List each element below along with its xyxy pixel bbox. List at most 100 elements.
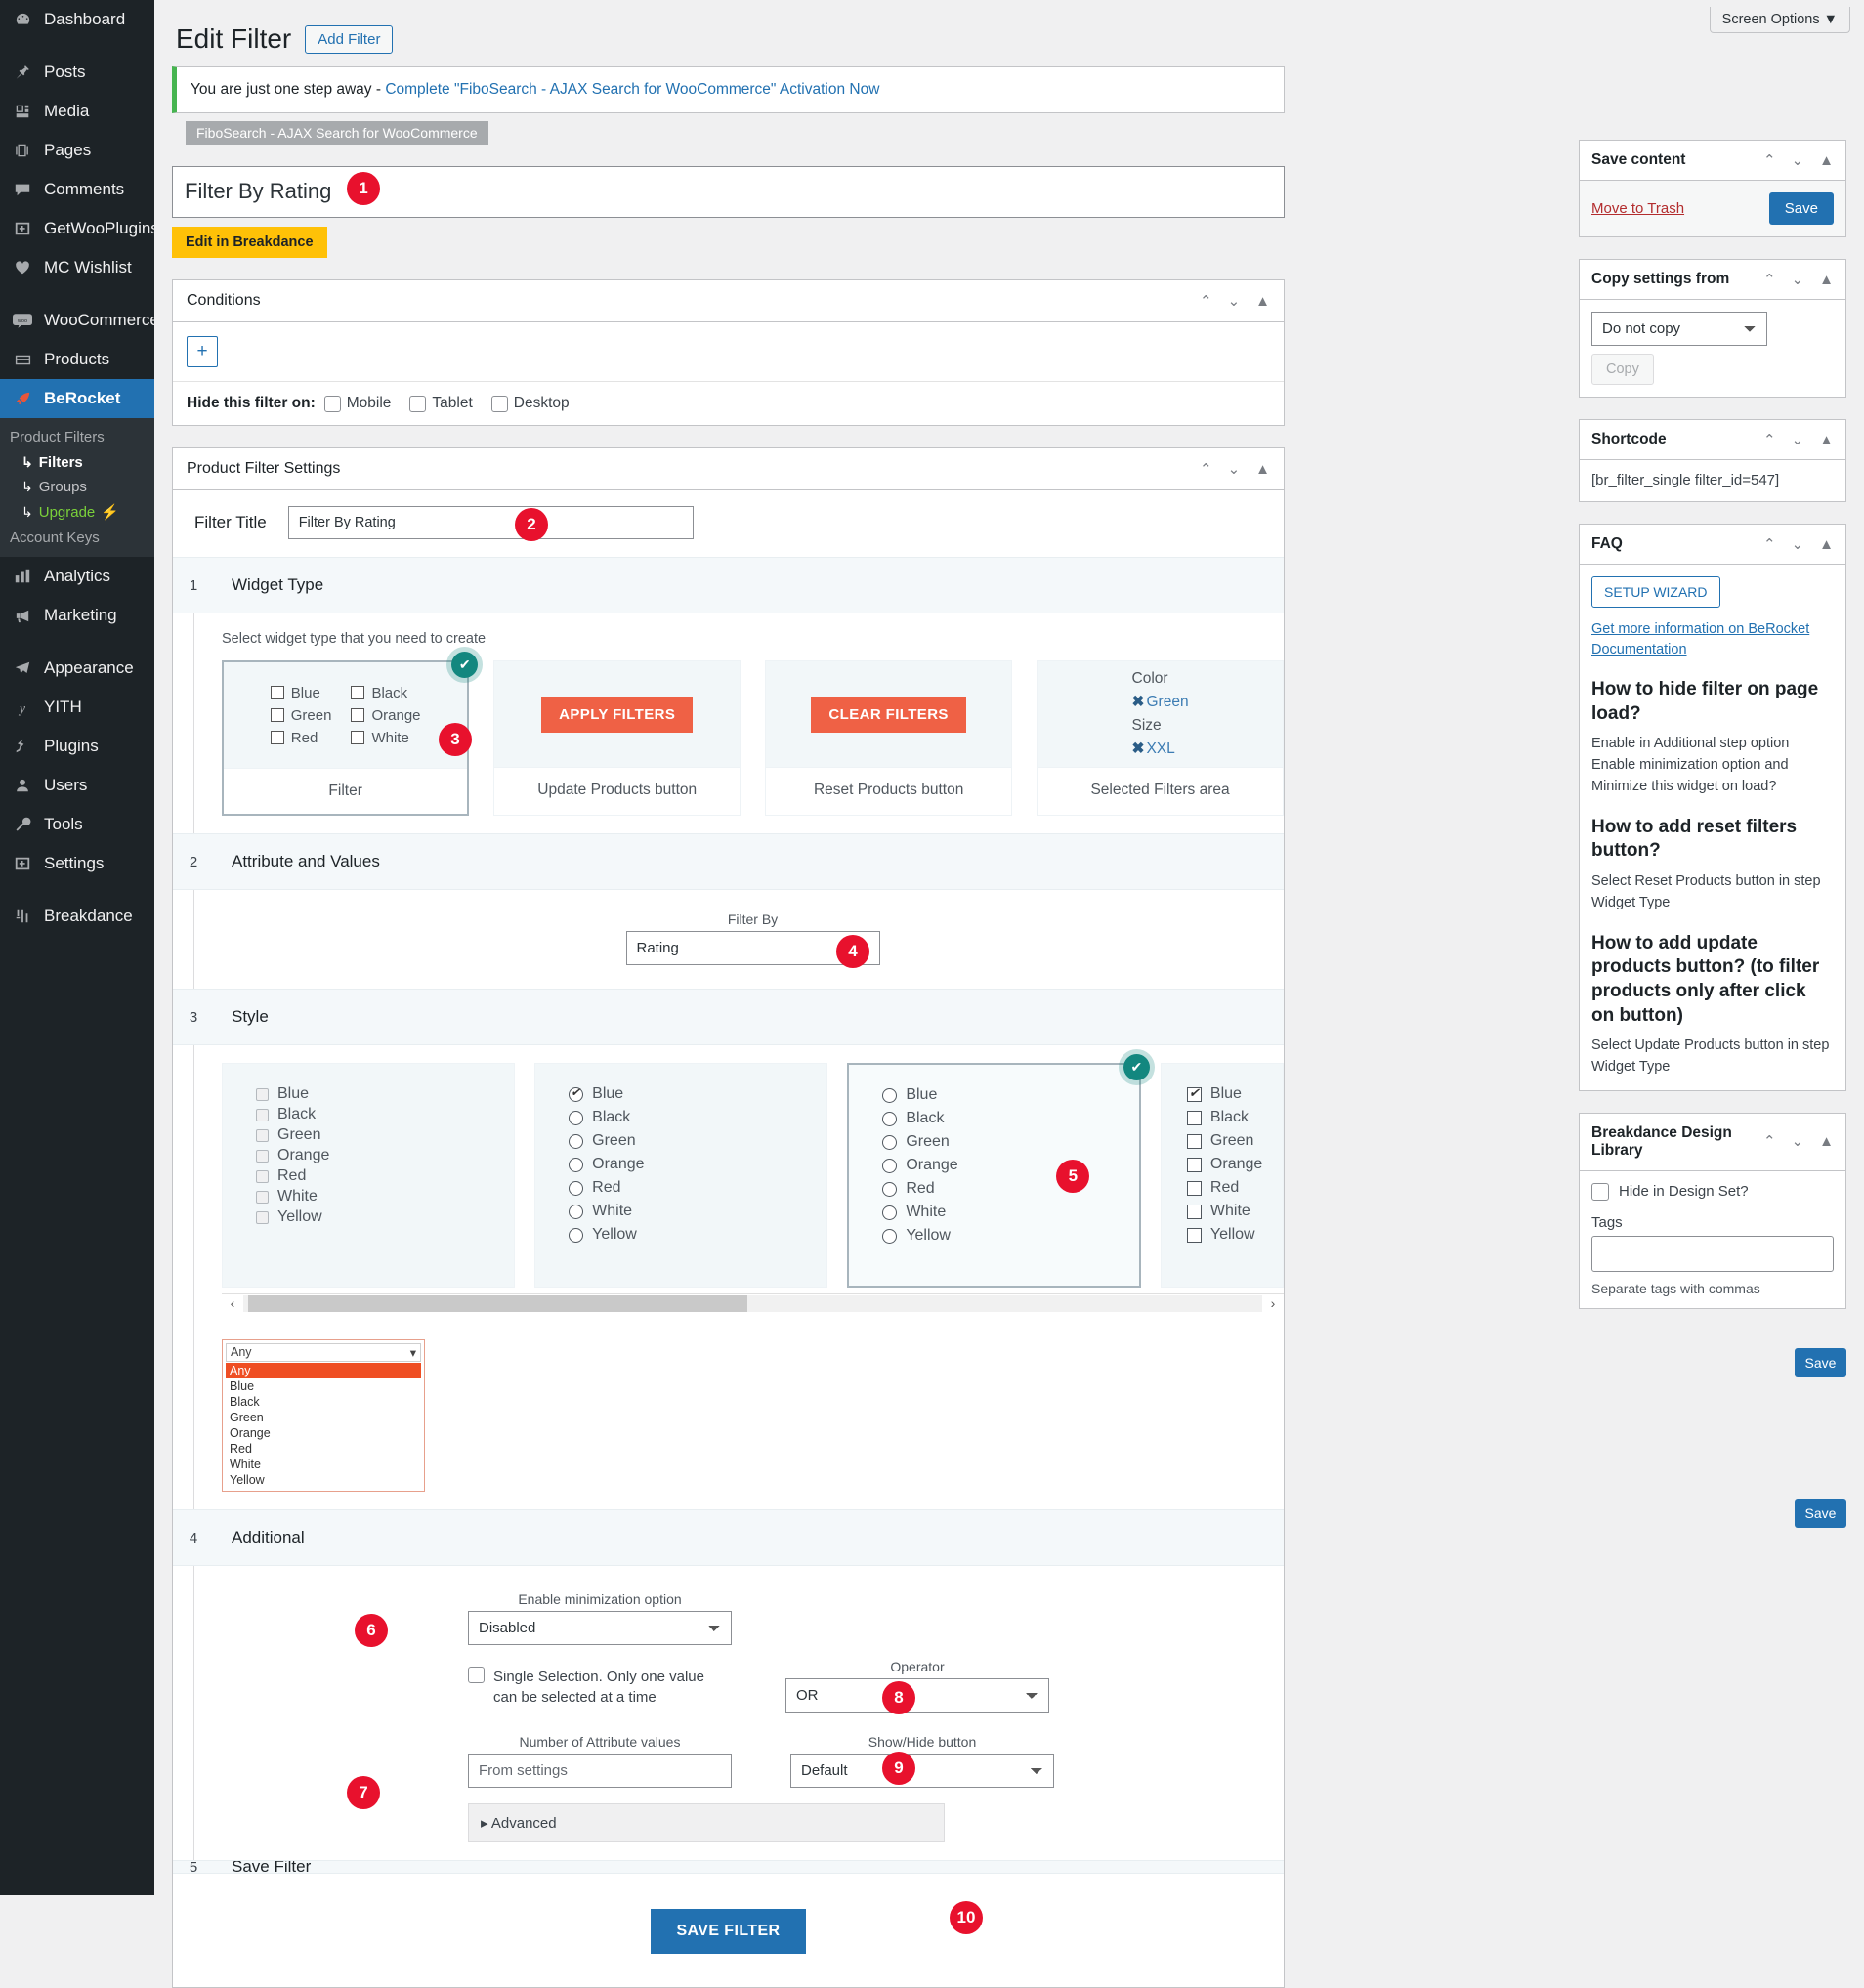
toggle-panel-icon[interactable]: ▲ [1819,273,1834,287]
dropdown-item[interactable]: Any [226,1363,421,1379]
single-selection-checkbox[interactable] [468,1667,485,1684]
shortcode-value[interactable]: [br_filter_single filter_id=547] [1591,472,1779,488]
edit-in-breakdance-button[interactable]: Edit in Breakdance [172,227,327,259]
move-down-icon[interactable]: ⌄ [1792,153,1804,168]
sidebar-item-yith[interactable]: y YITH [0,688,154,727]
hide-option-desktop[interactable]: Desktop [490,395,570,412]
dropdown-selected-row[interactable]: Any ▾ [226,1343,421,1363]
move-down-icon[interactable]: ⌄ [1792,1134,1804,1149]
style-option-red[interactable]: Red [882,1180,1139,1198]
sidebar-item-plugins[interactable]: Plugins [0,727,154,766]
sidebar-item-berocket[interactable]: BeRocket [0,379,154,418]
style-option-blue[interactable]: Blue [1186,1085,1283,1103]
move-down-icon[interactable]: ⌄ [1228,462,1241,477]
move-up-icon[interactable]: ⌃ [1763,153,1776,168]
style-option-green[interactable]: Green [569,1132,826,1150]
move-down-icon[interactable]: ⌄ [1792,537,1804,552]
style-option-green[interactable]: Green [1186,1132,1283,1150]
sidebar-item-posts[interactable]: Posts [0,53,154,92]
dropdown-item[interactable]: Red [226,1441,421,1457]
sidebar-item-groups[interactable]: ↳ Groups [0,475,154,499]
move-down-icon[interactable]: ⌄ [1792,433,1804,447]
widget-card-filter[interactable]: ✔ Blue Black Green Orange Red White Filt… [222,652,479,817]
move-up-icon[interactable]: ⌃ [1200,294,1212,309]
move-down-icon[interactable]: ⌄ [1228,294,1241,309]
sidebar-item-getwooplugins[interactable]: GetWooPlugins [0,209,159,248]
style-option-orange[interactable]: Orange [882,1157,1139,1174]
style-option-white[interactable]: White [569,1203,826,1220]
filter-title-input[interactable] [287,506,694,540]
style-option-orange[interactable]: Orange [1186,1156,1283,1173]
single-selection-option[interactable]: Single Selection. Only one value can be … [468,1667,727,1708]
sidebar-item-comments[interactable]: Comments [0,170,154,209]
dropdown-item[interactable]: Blue [226,1378,421,1394]
showhide-select[interactable]: Default [790,1754,1054,1789]
widget-card-update-products[interactable]: APPLY FILTERS Update Products button [493,660,741,817]
dropdown-item[interactable]: Black [226,1394,421,1410]
screen-options-button[interactable]: Screen Options ▼ [1709,7,1850,33]
widget-card-reset-products[interactable]: CLEAR FILTERS Reset Products button [765,660,1013,817]
mobile-checkbox[interactable] [323,395,341,412]
dropdown-item[interactable]: Orange [226,1425,421,1441]
move-to-trash-link[interactable]: Move to Trash [1591,200,1684,217]
clear-filters-button[interactable]: CLEAR FILTERS [811,696,966,733]
toggle-panel-icon[interactable]: ▲ [1819,433,1834,447]
copy-settings-select[interactable]: Do not copy [1591,312,1767,346]
setup-wizard-button[interactable]: SETUP WIZARD [1591,576,1720,608]
style-option-white[interactable]: White [1186,1203,1283,1220]
save-button[interactable]: Save [1768,192,1834,225]
number-values-input[interactable] [468,1754,732,1789]
sidebar-item-upgrade[interactable]: ↳ Upgrade ⚡ [0,499,154,525]
dropdown-style-preview[interactable]: Any ▾ Any Blue Black Green Orange Red Wh… [222,1339,425,1493]
sidebar-item-tools[interactable]: Tools [0,805,154,844]
hide-design-set-checkbox[interactable] [1591,1182,1609,1201]
widget-card-selected-filters[interactable]: Color ✖ Green Size ✖ XXL Selected Filters … [1037,660,1284,817]
scrollbar-thumb[interactable] [248,1294,748,1312]
sidebar-item-products[interactable]: Products [0,340,154,379]
copy-button[interactable]: Copy [1591,354,1654,385]
style-card-radio-check[interactable]: Blue Black Green Orange Red White Yellow [534,1063,828,1289]
add-filter-button[interactable]: Add Filter [305,24,394,54]
hide-option-tablet[interactable]: Tablet [409,395,473,412]
move-up-icon[interactable]: ⌃ [1763,273,1776,287]
sidebar-item-woocommerce[interactable]: woo WooCommerce [0,301,159,340]
sidebar-item-marketing[interactable]: Marketing [0,596,154,635]
dropdown-item[interactable]: Green [226,1410,421,1425]
style-option-green[interactable]: Green [882,1133,1139,1151]
style-option-orange[interactable]: Orange [569,1156,826,1173]
toggle-panel-icon[interactable]: ▲ [1819,1134,1834,1149]
operator-select[interactable]: OR [785,1678,1049,1713]
dropdown-item[interactable]: Yellow [226,1472,421,1488]
notice-link[interactable]: Complete "FiboSearch - AJAX Search for W… [385,81,879,98]
style-option-white[interactable]: White [256,1188,514,1205]
scroll-right-icon[interactable]: › [1262,1295,1284,1311]
hide-in-design-set-option[interactable]: Hide in Design Set? [1591,1182,1834,1201]
style-option-yellow[interactable]: Yellow [1186,1226,1283,1244]
sidebar-item-breakdance[interactable]: Breakdance [0,897,154,936]
move-up-icon[interactable]: ⌃ [1763,433,1776,447]
style-card-checkbox[interactable]: Blue Black Green Orange Red White Yellow [1160,1063,1285,1289]
save-filter-button[interactable]: SAVE FILTER [651,1909,806,1955]
style-option-yellow[interactable]: Yellow [256,1208,514,1226]
sidebar-item-media[interactable]: Media [0,92,154,131]
sidebar-item-pages[interactable]: Pages [0,131,154,170]
style-option-black[interactable]: Black [569,1109,826,1126]
style-option-blue[interactable]: Blue [256,1085,514,1103]
style-card-radio[interactable]: ✔ Blue Black Green Orange Red White Yell… [847,1054,1150,1289]
toggle-panel-icon[interactable]: ▲ [1255,294,1270,309]
style-option-yellow[interactable]: Yellow [882,1227,1139,1245]
filter-name-input[interactable] [172,166,1285,219]
toggle-panel-icon[interactable]: ▲ [1819,153,1834,168]
desktop-checkbox[interactable] [490,395,508,412]
advanced-toggle[interactable]: ▸ Advanced [468,1803,945,1843]
style-cards-scrollbar[interactable]: ‹ › [222,1293,1284,1313]
style-option-green[interactable]: Green [256,1126,514,1144]
style-card-flat-checkbox[interactable]: Blue Black Green Orange Red White Yellow [222,1063,516,1289]
style-option-white[interactable]: White [882,1204,1139,1221]
style-option-black[interactable]: Black [1186,1109,1283,1126]
style-option-red[interactable]: Red [1186,1179,1283,1197]
sidebar-item-mc-wishlist[interactable]: MC Wishlist [0,248,154,287]
toggle-panel-icon[interactable]: ▲ [1255,462,1270,477]
sidebar-item-dashboard[interactable]: Dashboard [0,0,154,39]
hide-option-mobile[interactable]: Mobile [323,395,391,412]
